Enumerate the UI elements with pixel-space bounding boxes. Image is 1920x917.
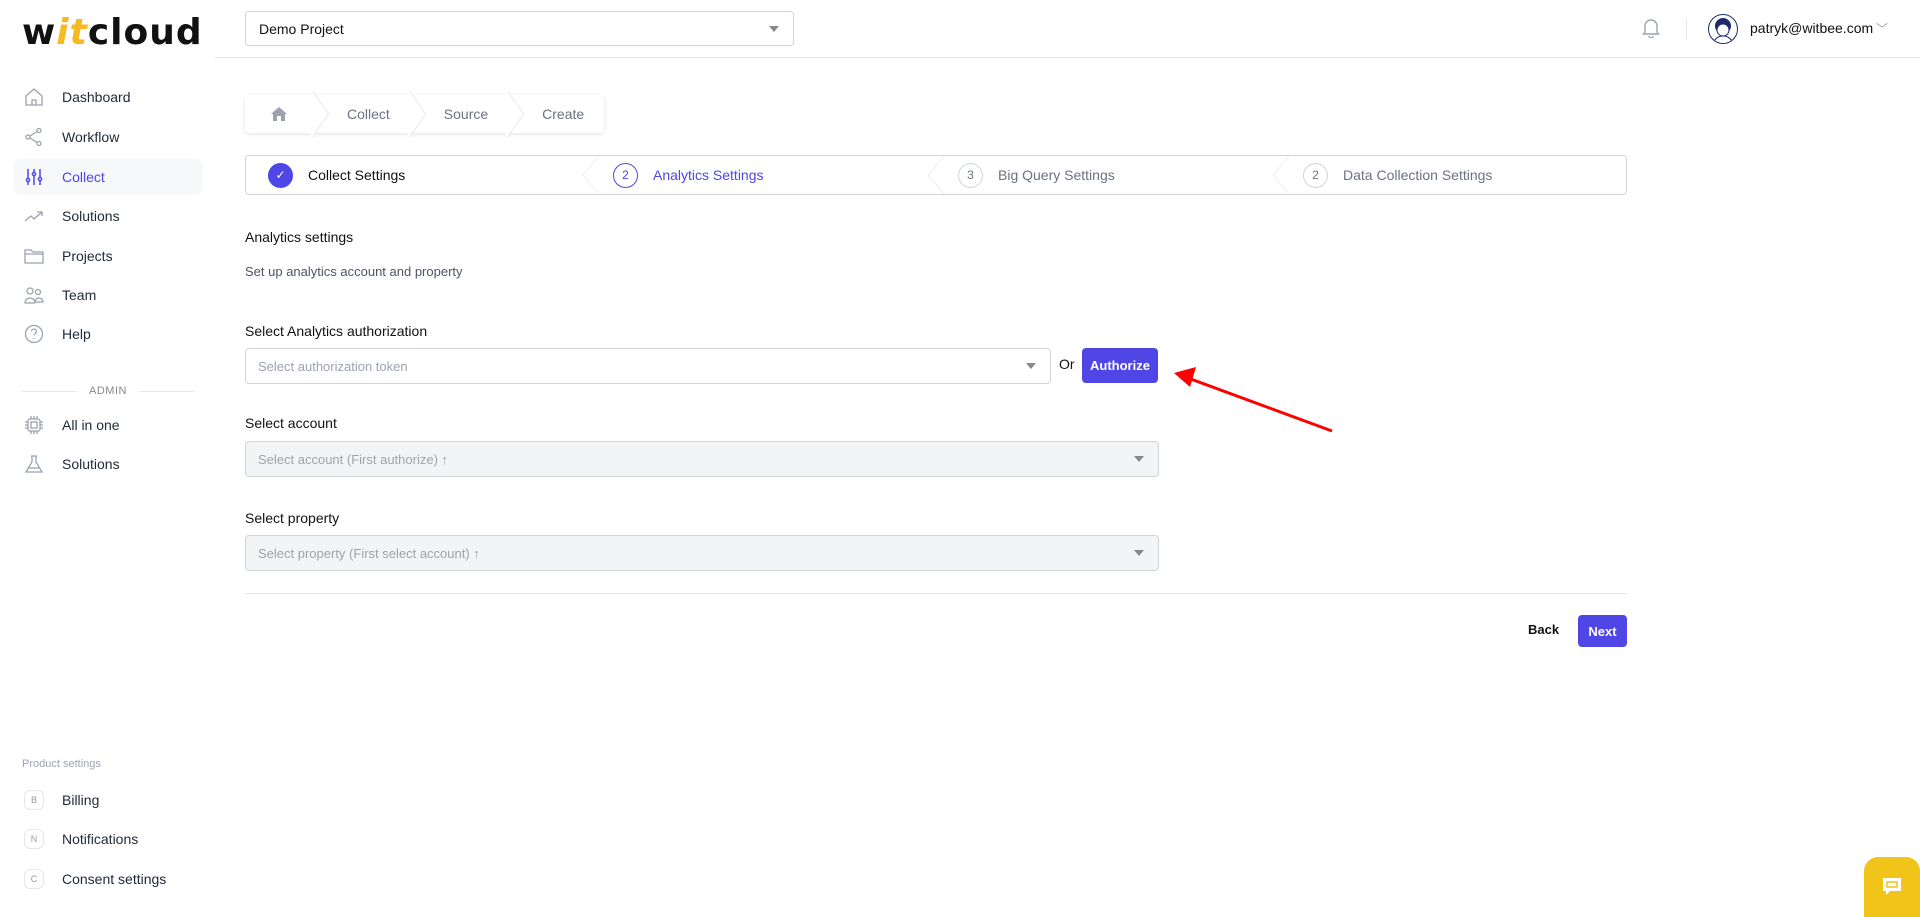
share-icon xyxy=(25,127,42,147)
sidebar-item-label: Collect xyxy=(62,169,105,185)
user-email[interactable]: patryk@witbee.com xyxy=(1750,20,1873,36)
home-icon xyxy=(25,88,43,106)
step-number: 3 xyxy=(958,162,983,188)
sidebar-item-admin-solutions[interactable]: Solutions xyxy=(14,446,202,482)
consent-letter-icon: C xyxy=(24,869,44,889)
section-subtitle: Set up analytics account and property xyxy=(245,264,463,279)
sidebar-item-collect[interactable]: Collect xyxy=(14,159,202,195)
annotation-arrow xyxy=(1174,367,1333,433)
step-number: 2 xyxy=(1303,162,1328,188)
sidebar-item-projects[interactable]: Projects xyxy=(14,238,202,274)
auth-label: Select Analytics authorization xyxy=(245,323,428,339)
sidebar-item-label: Help xyxy=(62,326,91,342)
witcloud-logo[interactable]: witcloud xyxy=(22,12,203,53)
breadcrumb: Collect Source Create xyxy=(245,95,605,133)
sidebar-item-label: Solutions xyxy=(62,208,120,224)
help-icon xyxy=(24,324,44,344)
sidebar-item-consent-settings[interactable]: C Consent settings xyxy=(14,861,202,897)
users-icon xyxy=(24,287,44,304)
logo-text: cloud xyxy=(87,12,203,53)
sidebar-item-dashboard[interactable]: Dashboard xyxy=(14,79,202,115)
sidebar-item-label: Dashboard xyxy=(62,89,131,105)
sidebar-item-workflow[interactable]: Workflow xyxy=(14,119,202,155)
caret-down-icon xyxy=(1134,456,1144,462)
notifications-letter-icon: N xyxy=(24,829,44,849)
account-placeholder: Select account (First authorize) ↑ xyxy=(258,451,449,467)
sliders-icon xyxy=(25,169,43,185)
sidebar-item-label: Projects xyxy=(62,248,113,264)
account-label: Select account xyxy=(245,415,337,431)
property-label: Select property xyxy=(245,510,340,526)
auth-token-select[interactable]: Select authorization token xyxy=(245,348,1051,384)
auth-token-placeholder: Select authorization token xyxy=(258,358,408,374)
step-data-collection-settings[interactable]: 2 Data Collection Settings xyxy=(1281,156,1626,194)
sidebar-item-notifications[interactable]: N Notifications xyxy=(14,821,202,857)
bell-icon[interactable] xyxy=(1642,18,1660,41)
home-icon xyxy=(271,107,287,121)
chat-icon xyxy=(1883,878,1901,895)
step-label: Data Collection Settings xyxy=(1343,167,1493,183)
chevron-down-icon[interactable]: ﹀ xyxy=(1876,20,1888,37)
project-select[interactable]: Demo Project xyxy=(245,11,794,46)
sidebar-item-solutions[interactable]: Solutions xyxy=(14,198,202,234)
back-button[interactable]: Back xyxy=(1528,622,1559,637)
flask-icon xyxy=(24,455,44,473)
check-icon: ✓ xyxy=(268,162,293,188)
sidebar-item-label: Consent settings xyxy=(62,871,167,887)
step-label: Big Query Settings xyxy=(998,167,1115,183)
section-title: Analytics settings xyxy=(245,229,354,245)
authorize-button[interactable]: Authorize xyxy=(1082,348,1158,383)
product-settings-label: Product settings xyxy=(22,758,101,770)
sidebar-item-label: Team xyxy=(62,287,97,303)
chip-icon xyxy=(25,416,43,434)
sidebar-item-label: All in one xyxy=(62,417,120,433)
header-separator xyxy=(1686,18,1687,40)
sidebar-item-label: Notifications xyxy=(62,831,139,847)
stepper: ✓ Collect Settings 2 Analytics Settings 3B… xyxy=(245,155,1627,195)
caret-down-icon xyxy=(1026,363,1036,369)
folder-icon xyxy=(24,249,44,264)
step-collect-settings[interactable]: ✓ Collect Settings xyxy=(246,156,599,194)
step-analytics-settings[interactable]: 2 Analytics Settings xyxy=(591,156,944,194)
caret-down-icon xyxy=(1134,550,1144,556)
sidebar-item-label: Billing xyxy=(62,792,100,808)
or-text: Or xyxy=(1059,356,1075,372)
header-divider xyxy=(215,57,1920,58)
chat-button[interactable] xyxy=(1864,857,1920,917)
sidebar-item-help[interactable]: Help xyxy=(14,316,202,352)
project-select-value: Demo Project xyxy=(259,20,344,37)
trending-icon xyxy=(24,211,43,222)
billing-letter-icon: B xyxy=(24,790,44,810)
step-label: Collect Settings xyxy=(308,167,406,183)
step-label: Analytics Settings xyxy=(653,167,764,183)
admin-label: ADMIN xyxy=(89,385,127,397)
avatar[interactable] xyxy=(1708,14,1738,44)
next-button[interactable]: Next xyxy=(1578,615,1627,647)
account-select[interactable]: Select account (First authorize) ↑ xyxy=(245,441,1159,477)
step-number: 2 xyxy=(613,162,638,188)
breadcrumb-home[interactable] xyxy=(245,95,313,133)
caret-down-icon xyxy=(769,25,779,32)
admin-section-divider: ADMIN xyxy=(22,385,195,397)
sidebar-item-all-in-one[interactable]: All in one xyxy=(14,407,202,443)
logo-text: w xyxy=(22,12,57,53)
sidebar-item-label: Solutions xyxy=(62,456,120,472)
logo-text-accent: it xyxy=(56,12,88,53)
sidebar-item-billing[interactable]: B Billing xyxy=(14,782,202,818)
property-select[interactable]: Select property (First select account) ↑ xyxy=(245,535,1159,571)
sidebar-item-team[interactable]: Team xyxy=(14,277,202,313)
form-divider xyxy=(245,593,1627,594)
sidebar-item-label: Workflow xyxy=(62,129,120,145)
step-big-query-settings[interactable]: 3 Big Query Settings xyxy=(936,156,1289,194)
property-placeholder: Select property (First select account) ↑ xyxy=(258,545,480,561)
